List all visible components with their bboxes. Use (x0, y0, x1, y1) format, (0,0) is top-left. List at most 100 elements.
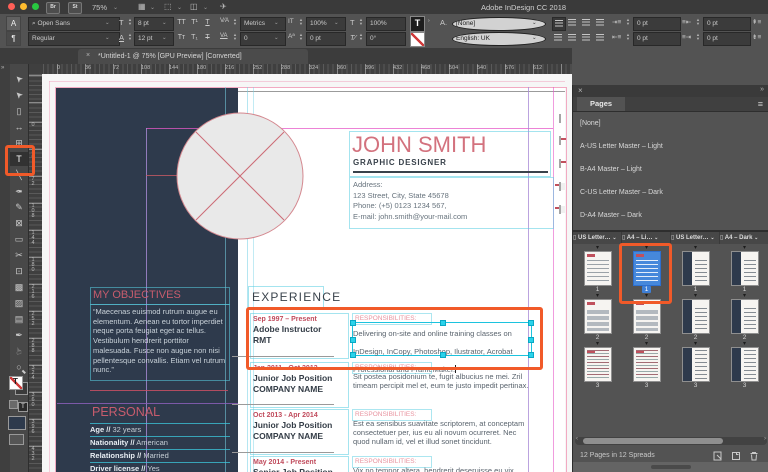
selection-tool[interactable]: ➤ (10, 72, 28, 86)
resize-handle[interactable] (651, 465, 691, 469)
entry-responsibilities[interactable]: Est ea sensibus suavitate scriptorem, at… (353, 419, 529, 446)
page-thumb-image[interactable] (584, 299, 612, 334)
objectives-title-frame[interactable]: MY OBJECTIVES (90, 287, 230, 305)
vertical-scale-chevron-icon[interactable]: ⌄ (334, 20, 339, 26)
preview-frame-icon[interactable]: ⬚ (164, 2, 172, 11)
frame-handle[interactable] (440, 320, 446, 326)
baseline-shift-stepper[interactable]: ▲ ▼ (298, 33, 304, 41)
frame-handle[interactable] (528, 337, 534, 343)
master-row-d[interactable]: D-A4 Master – Dark (559, 204, 768, 227)
screen-mode-icon[interactable]: ◫ (190, 2, 198, 11)
personal-list[interactable]: Age // 32 years Nationality // American … (90, 423, 230, 472)
frame-handle[interactable] (528, 352, 534, 358)
scrollbar-thumb[interactable] (583, 438, 723, 444)
page-thumbnail-cell[interactable]: ▾ 2 (573, 293, 622, 342)
kerning-chevron-icon[interactable]: ⌄ (274, 20, 279, 26)
page-thumb-image[interactable] (682, 251, 710, 286)
tab-close-icon[interactable]: × (86, 52, 90, 59)
master-row-none[interactable]: [None] (559, 112, 768, 135)
page-thumbnail-cell[interactable]: ▾ 2 (720, 293, 768, 342)
superscript-button[interactable]: T¹ (189, 17, 200, 29)
pages-scrollbar[interactable]: ‹ › (575, 436, 767, 445)
kerning-stepper[interactable]: ▲ ▼ (232, 18, 238, 26)
font-style-chevron-icon[interactable]: ⌄ (105, 35, 110, 41)
align-center-button[interactable] (566, 17, 578, 29)
font-size-chevron-icon[interactable]: ⌄ (162, 20, 167, 26)
last-line-indent-stepper[interactable]: ▲ ▼ (695, 33, 701, 41)
note-tool[interactable]: ▤ (10, 312, 28, 326)
experience-entry-frame[interactable]: May 2014 - Present Senior Job Position (250, 456, 349, 472)
page-thumbnail-cell[interactable]: ▾ 1 (720, 245, 768, 294)
name-text-frame[interactable]: JOHN SMITH GRAPHIC DESIGNER (349, 131, 551, 177)
panel-resize-strip[interactable] (573, 462, 768, 472)
frame-handle[interactable] (350, 337, 356, 343)
master-row-a[interactable]: A-US Letter Master – Light (559, 135, 768, 158)
share-icon[interactable]: ✈ (220, 2, 227, 11)
master-row-c[interactable]: C-US Letter Master – Dark (559, 181, 768, 204)
subscript-button[interactable]: T₁ (189, 32, 200, 44)
formatting-affects-container-button[interactable] (9, 400, 18, 409)
underline-button[interactable]: T (202, 17, 213, 29)
type-tool[interactable]: T (10, 152, 28, 166)
close-window-button[interactable] (8, 3, 15, 10)
frame-handle[interactable] (350, 320, 356, 326)
page-thumb-image[interactable] (584, 251, 612, 286)
paragraph-formatting-button[interactable]: ¶ (6, 31, 21, 46)
free-transform-tool[interactable]: ⊡ (10, 264, 28, 278)
tracking-chevron-icon[interactable]: ⌄ (274, 35, 279, 41)
pages-tab[interactable]: Pages (577, 97, 625, 111)
strikethrough-button[interactable]: T (202, 32, 213, 44)
page-thumbnail-cell[interactable]: ▾ 3 (622, 341, 671, 390)
contact-text-frame[interactable]: Address: 123 Street, City, State 45678 P… (349, 177, 554, 229)
scroll-left-icon[interactable]: ‹ (576, 436, 578, 442)
experience-entry-frame[interactable]: Jan 2011 - Oct 2013 Junior Job Position … (250, 362, 349, 408)
zoom-level-chevron-icon[interactable]: ⌄ (113, 4, 118, 11)
page-thumbnail-cell[interactable]: ▾ 3 (720, 341, 768, 390)
page-thumbnail-cell[interactable]: ▾ 3 (671, 341, 720, 390)
first-line-indent-stepper[interactable]: ▲ ▼ (625, 33, 631, 41)
page-thumbnail-cell[interactable]: ▾ 1 (622, 245, 671, 294)
page-thumbnail-cell[interactable]: ▾ 3 (573, 341, 622, 390)
spread-tab-3[interactable]: ▯ US Letter… ⌄ (671, 232, 720, 244)
rectangle-tool[interactable]: ▭ (10, 232, 28, 246)
left-indent-field[interactable]: 0 pt (633, 17, 681, 31)
leading-chevron-icon[interactable]: ⌄ (162, 35, 167, 41)
screen-mode-button[interactable] (9, 434, 24, 445)
spread-tab-2[interactable]: ▯ A4 – Li… ⌄ (622, 232, 671, 244)
leading-field[interactable]: 12 pt (134, 32, 174, 46)
spread-tab-1[interactable]: ▯ US Letter… ⌄ (573, 232, 622, 244)
stroke-none-swatch[interactable] (410, 32, 425, 47)
baseline-shift-field[interactable]: 0 pt (306, 32, 346, 46)
zoom-tool[interactable]: ○ (10, 360, 28, 374)
frame-handle[interactable] (528, 320, 534, 326)
page-thumb-image[interactable] (633, 347, 661, 382)
gradient-feather-tool[interactable]: ▨ (10, 296, 28, 310)
page-thumb-image[interactable] (633, 251, 661, 286)
bridge-icon[interactable]: Br (46, 2, 60, 14)
page-thumb-image[interactable] (731, 299, 759, 334)
objectives-body-frame[interactable]: “Maecenas euismod rutrum augue eu elemen… (90, 304, 230, 381)
justify-center-button[interactable] (552, 32, 564, 44)
frame-handle[interactable] (440, 352, 446, 358)
pen-tool[interactable]: ✒ (10, 184, 28, 198)
page-thumbnail-cell[interactable]: ▾ 2 (622, 293, 671, 342)
preview-chevron-icon[interactable]: ⌄ (177, 4, 182, 11)
horizontal-scale-stepper[interactable]: ▲ ▼ (358, 18, 364, 26)
page-thumb-image[interactable] (633, 299, 661, 334)
horizontal-scale-field[interactable]: 100% (366, 17, 406, 31)
swatch-expander-icon[interactable]: › (428, 18, 430, 24)
kerning-field[interactable]: Metrics (240, 17, 286, 31)
leading-stepper[interactable]: ▲ ▼ (127, 33, 133, 41)
gradient-swatch-tool[interactable]: ▩ (10, 280, 28, 294)
page-thumb-image[interactable] (682, 299, 710, 334)
minimize-window-button[interactable] (20, 3, 27, 10)
frame-handle[interactable] (350, 352, 356, 358)
page-thumbnail-cell[interactable]: ▾ 2 (671, 293, 720, 342)
panel-collapse-icon[interactable]: » (760, 86, 764, 93)
first-line-indent-field[interactable]: 0 pt (633, 32, 681, 46)
content-collector-tool[interactable]: ⊞ (10, 136, 28, 150)
page-tool[interactable]: ▯ (10, 104, 28, 118)
align-left-button[interactable] (552, 17, 566, 31)
vertical-scale-field[interactable]: 100% (306, 17, 346, 31)
justify-full-button[interactable] (594, 32, 606, 44)
